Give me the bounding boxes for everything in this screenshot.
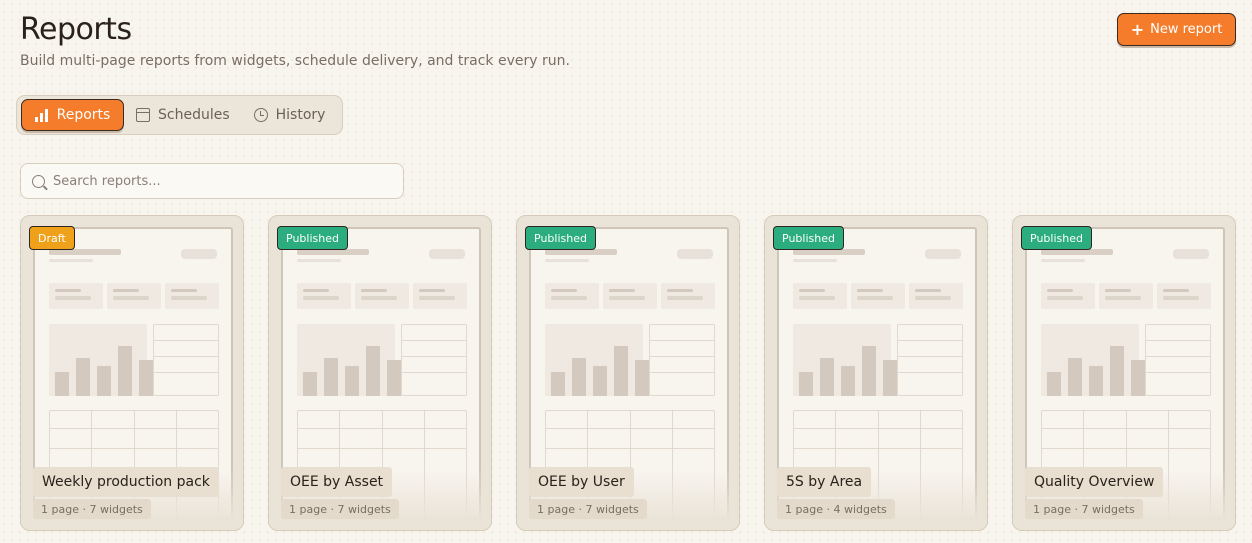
report-meta: 1 page · 7 widgets bbox=[33, 499, 151, 519]
tab-reports[interactable]: Reports bbox=[21, 99, 124, 131]
report-title: Weekly production pack bbox=[33, 467, 219, 497]
report-title: OEE by Asset bbox=[281, 467, 393, 497]
status-badge: Published bbox=[277, 226, 348, 250]
tab-history-label: History bbox=[275, 107, 326, 123]
history-icon bbox=[253, 108, 268, 122]
report-title: Quality Overview bbox=[1025, 467, 1164, 497]
tab-schedules-label: Schedules bbox=[158, 107, 230, 123]
report-meta: 1 page · 7 widgets bbox=[1025, 499, 1143, 519]
report-card[interactable]: Published bbox=[268, 215, 492, 531]
report-meta: 1 page · 7 widgets bbox=[281, 499, 399, 519]
report-title: OEE by User bbox=[529, 467, 634, 497]
tab-history[interactable]: History bbox=[242, 99, 338, 131]
view-tabs: Reports Schedules History bbox=[16, 95, 343, 135]
search-icon bbox=[32, 174, 45, 188]
new-report-label: New report bbox=[1150, 22, 1223, 37]
report-meta: 1 page · 7 widgets bbox=[529, 499, 647, 519]
report-card[interactable]: Published bbox=[1012, 215, 1236, 531]
search-box bbox=[20, 163, 404, 199]
tab-reports-label: Reports bbox=[56, 107, 111, 123]
status-badge: Draft bbox=[29, 226, 75, 250]
page-subtitle: Build multi-page reports from widgets, s… bbox=[20, 53, 570, 69]
plus-icon: + bbox=[1130, 19, 1145, 39]
report-card[interactable]: Draft Weekly production pack 1 page · 7 … bbox=[20, 215, 244, 531]
calendar-icon bbox=[136, 108, 150, 122]
bar-chart-icon bbox=[34, 108, 49, 122]
new-report-button[interactable]: + New report bbox=[1117, 13, 1236, 46]
page-title: Reports bbox=[20, 12, 132, 47]
tab-schedules[interactable]: Schedules bbox=[124, 99, 242, 131]
status-badge: Published bbox=[1021, 226, 1092, 250]
report-title: 5S by Area bbox=[777, 467, 872, 497]
search-input[interactable] bbox=[53, 173, 383, 189]
status-badge: Published bbox=[773, 226, 844, 250]
report-card[interactable]: Published bbox=[516, 215, 740, 531]
report-card[interactable]: Published bbox=[764, 215, 988, 531]
status-badge: Published bbox=[525, 226, 596, 250]
report-meta: 1 page · 4 widgets bbox=[777, 499, 895, 519]
